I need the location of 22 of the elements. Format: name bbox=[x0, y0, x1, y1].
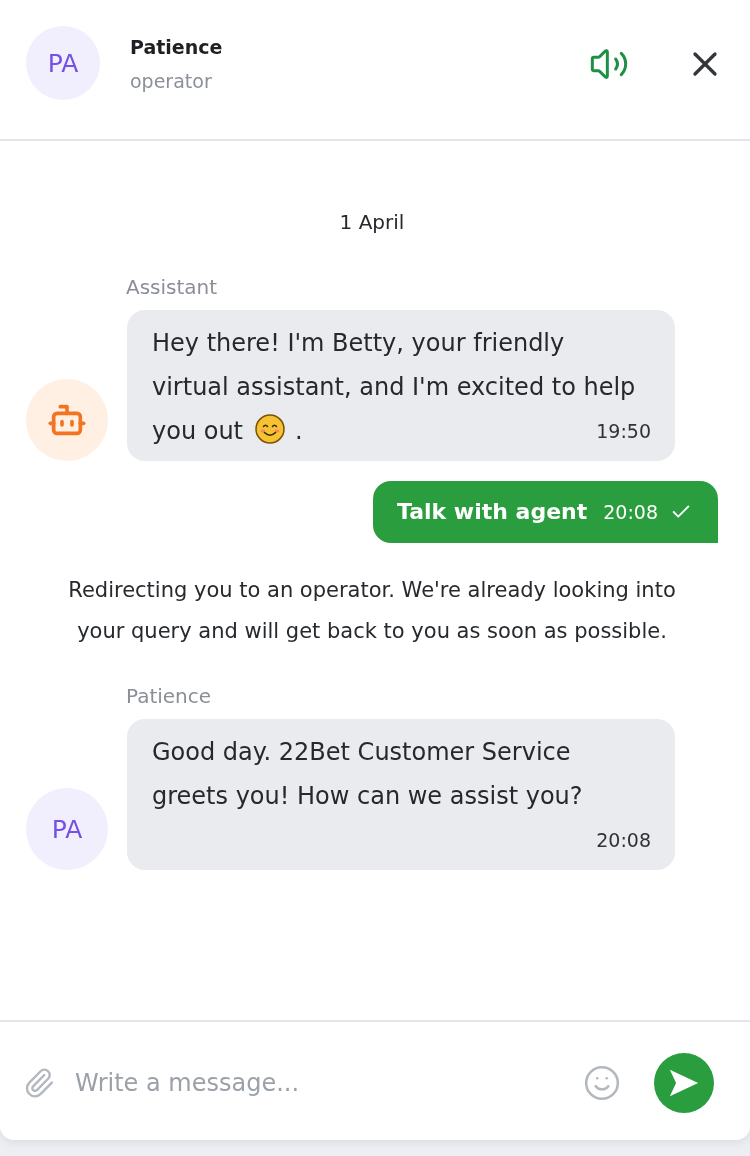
contact-name: Patience bbox=[130, 35, 223, 60]
user-avatar: PA bbox=[26, 788, 108, 870]
send-icon bbox=[669, 1068, 699, 1098]
message-time: 20:08 bbox=[603, 500, 658, 525]
smiling-face-icon bbox=[255, 414, 286, 444]
message-text: Talk with agent bbox=[397, 498, 588, 526]
paperclip-icon bbox=[23, 1067, 55, 1099]
sender-name: Assistant bbox=[126, 276, 218, 298]
user-avatar: PA bbox=[26, 26, 100, 100]
message-text: Good day. 22Bet Customer Service greets you! How can we assist you? bbox=[152, 738, 583, 810]
message-time: 19:50 bbox=[596, 419, 651, 444]
smiley-icon bbox=[583, 1064, 621, 1102]
system-notice: Redirecting you to an operator. We're already looking into your query and will get back to you as soon as possible. bbox=[67, 577, 677, 645]
emoji-button[interactable] bbox=[582, 1063, 622, 1103]
date-divider: 1 April bbox=[339, 209, 405, 236]
send-button[interactable] bbox=[654, 1053, 714, 1113]
message-time: 20:08 bbox=[596, 828, 651, 853]
contact-role: operator bbox=[130, 69, 213, 94]
message-text: . bbox=[295, 417, 303, 445]
sender-name: Patience bbox=[126, 685, 212, 707]
message-input[interactable]: Write a message... bbox=[75, 1061, 554, 1105]
message-text: you out bbox=[152, 417, 244, 445]
